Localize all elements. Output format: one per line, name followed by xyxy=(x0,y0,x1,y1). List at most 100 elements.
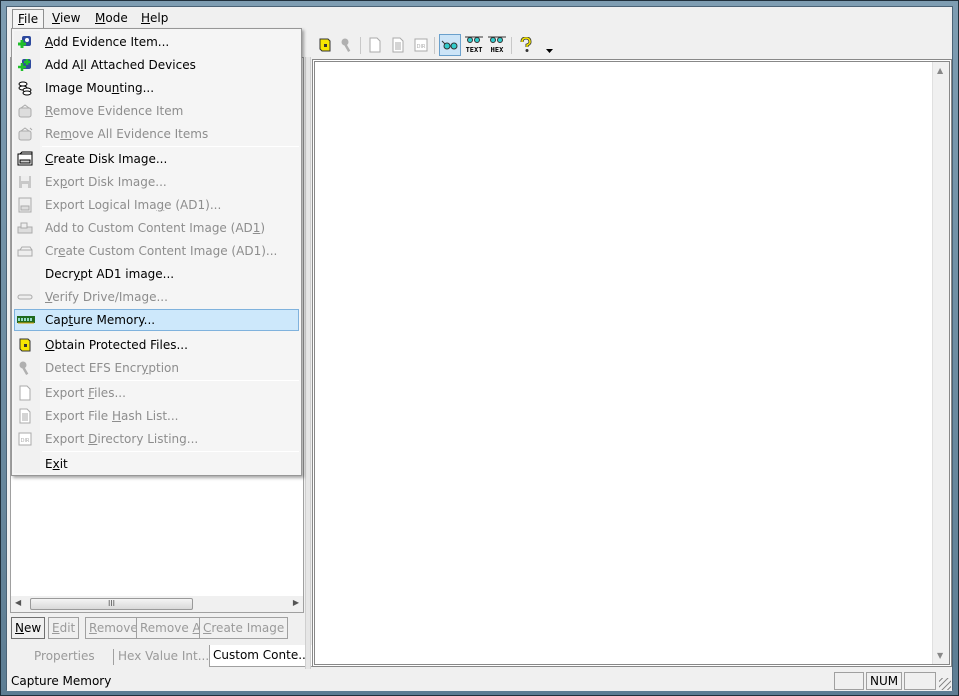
vertical-scrollbar[interactable]: ▲ ▼ xyxy=(932,62,949,664)
status-panel-num: NUM xyxy=(866,672,902,690)
file-icon xyxy=(369,37,381,53)
hash-list-icon xyxy=(392,37,404,53)
hash-list-icon xyxy=(16,408,34,424)
menu-item-image-mounting[interactable]: Image Mounting... xyxy=(14,77,299,99)
toolbar-hex-view-button[interactable]: HEX xyxy=(486,34,508,56)
svg-text:DIR: DIR xyxy=(21,438,30,444)
menu-item-export-file-hash-list[interactable]: Export File Hash List... xyxy=(14,405,299,427)
menu-item-export-files[interactable]: Export Files... xyxy=(14,382,299,404)
toolbar-export-directory-listing-button[interactable]: DIR xyxy=(410,34,432,56)
glasses-icon xyxy=(441,40,458,50)
scrollbar-thumb-grip: III xyxy=(107,599,116,608)
menu-item-export-disk-image[interactable]: Export Disk Image... xyxy=(14,171,299,193)
menu-item-remove-all-evidence-items[interactable]: Remove All Evidence Items xyxy=(14,123,299,145)
menu-mode[interactable]: Mode xyxy=(90,9,133,29)
menu-item-export-directory-listing[interactable]: DIR Export Directory Listing... xyxy=(14,428,299,450)
resize-grip[interactable] xyxy=(939,678,951,690)
tab-custom-content-sources[interactable]: Custom Conte... xyxy=(209,645,314,667)
file-icon xyxy=(16,385,34,401)
status-text: Capture Memory xyxy=(11,674,112,688)
toolbar-auto-view-button[interactable] xyxy=(439,34,461,56)
toolbar-text-view-button[interactable]: TEXT xyxy=(463,34,485,56)
menu-separator xyxy=(42,380,299,381)
pane-splitter[interactable] xyxy=(305,57,311,669)
key-icon xyxy=(341,38,351,52)
add-evidence-icon xyxy=(16,34,34,50)
left-panel-tabs: Properties Hex Value Int... Custom Conte… xyxy=(11,645,314,667)
tab-properties[interactable]: Properties xyxy=(34,645,95,667)
menu-view-accel: V xyxy=(52,11,60,25)
new-button[interactable]: New xyxy=(11,617,46,639)
status-panel-scroll xyxy=(904,672,936,690)
menu-view[interactable]: View xyxy=(47,9,85,29)
toolbar-export-files-button[interactable] xyxy=(364,34,386,56)
menu-item-capture-memory[interactable]: Capture Memory... xyxy=(14,309,299,331)
scroll-down-arrow-icon[interactable]: ▼ xyxy=(937,651,943,660)
menu-item-obtain-protected-files[interactable]: Obtain Protected Files... xyxy=(14,334,299,356)
create-custom-content-icon xyxy=(16,243,34,259)
file-content-viewer[interactable]: ▲ ▼ xyxy=(312,59,952,667)
menu-separator xyxy=(42,146,299,147)
scroll-left-arrow-icon[interactable]: ◀ xyxy=(15,598,21,607)
tab-divider xyxy=(113,649,114,665)
menu-item-add-all-attached-devices[interactable]: Add All Attached Devices xyxy=(14,54,299,76)
verify-drive-icon xyxy=(16,289,34,305)
image-mounting-icon xyxy=(16,80,34,96)
menu-item-decrypt-ad1-image[interactable]: Decrypt AD1 image... xyxy=(14,263,299,285)
glasses-text-icon: TEXT xyxy=(465,36,483,54)
protected-files-icon xyxy=(319,38,331,52)
toolbar-obtain-protected-files-button[interactable] xyxy=(314,34,336,56)
remove-button[interactable]: Remove xyxy=(85,617,142,639)
add-custom-content-icon xyxy=(16,220,34,236)
menu-item-create-disk-image[interactable]: Create Disk Image... xyxy=(14,148,299,170)
remove-all-evidence-icon xyxy=(16,126,34,142)
menu-item-add-to-custom-content-image[interactable]: Add to Custom Content Image (AD1) xyxy=(14,217,299,239)
svg-text:DIR: DIR xyxy=(417,44,426,50)
menu-item-add-evidence-item[interactable]: Add Evidence Item... xyxy=(14,31,299,53)
create-disk-image-icon xyxy=(16,151,34,167)
tab-hex-value-interpreter[interactable]: Hex Value Int... xyxy=(118,645,209,667)
menu-item-create-custom-content-image[interactable]: Create Custom Content Image (AD1)... xyxy=(14,240,299,262)
toolbar-separator xyxy=(360,37,361,54)
create-image-button[interactable]: Create Image xyxy=(199,617,289,639)
directory-listing-icon: DIR xyxy=(16,431,34,447)
menu-item-verify-drive-image[interactable]: Verify Drive/Image... xyxy=(14,286,299,308)
svg-text:HEX: HEX xyxy=(491,46,504,54)
menu-mode-label: ode xyxy=(105,11,128,25)
status-panel-caps xyxy=(834,672,864,690)
export-logical-image-icon xyxy=(16,197,34,213)
toolbar-separator xyxy=(434,37,435,54)
toolbar: DIR TEXT HEX xyxy=(312,34,952,60)
file-menu-dropdown: Add Evidence Item... Add All Attached De… xyxy=(11,28,302,476)
menu-help[interactable]: Help xyxy=(136,9,173,29)
toolbar-export-hash-list-button[interactable] xyxy=(387,34,409,56)
menu-help-accel: H xyxy=(141,11,151,25)
menu-separator xyxy=(42,451,299,452)
menu-view-label: iew xyxy=(59,11,81,25)
help-icon xyxy=(520,37,532,52)
toolbar-separator xyxy=(511,37,512,54)
export-disk-image-icon xyxy=(16,174,34,190)
menu-mode-accel: M xyxy=(95,11,106,25)
toolbar-detect-efs-button[interactable] xyxy=(336,34,358,56)
menu-item-detect-efs-encryption[interactable]: Detect EFS Encryption xyxy=(14,357,299,379)
add-all-devices-icon xyxy=(16,57,34,73)
menu-help-label: elp xyxy=(150,11,169,25)
scrollbar-thumb[interactable]: III xyxy=(30,598,193,610)
horizontal-scrollbar[interactable]: ◀ III ▶ xyxy=(11,596,303,612)
menu-item-export-logical-image[interactable]: Export Logical Image (AD1)... xyxy=(14,194,299,216)
menu-file[interactable]: File xyxy=(12,9,45,29)
dropdown-arrow-icon xyxy=(545,49,553,53)
scroll-up-arrow-icon[interactable]: ▲ xyxy=(937,66,943,75)
toolbar-help-button[interactable] xyxy=(515,34,537,56)
protected-files-icon xyxy=(16,337,34,353)
menu-item-remove-evidence-item[interactable]: Remove Evidence Item xyxy=(14,100,299,122)
menu-file-label: ile xyxy=(24,12,39,26)
scroll-right-arrow-icon[interactable]: ▶ xyxy=(293,598,299,607)
remove-evidence-icon xyxy=(16,103,34,119)
menu-bar: File View Mode Help xyxy=(7,7,952,29)
edit-button[interactable]: Edit xyxy=(48,617,80,639)
menu-item-exit[interactable]: Exit xyxy=(14,453,299,475)
key-icon xyxy=(16,360,34,376)
memory-chip-icon xyxy=(17,312,35,328)
